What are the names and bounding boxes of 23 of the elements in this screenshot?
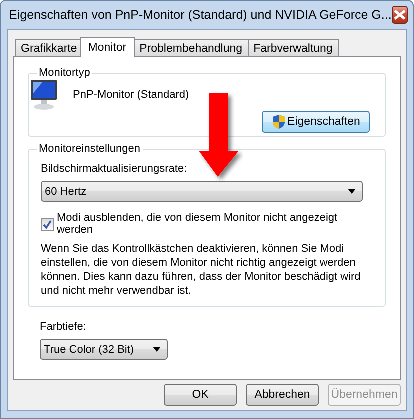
field-label: Bildschirmaktualisierungsrate: [41, 163, 188, 175]
window-title: Eigenschaften von PnP-Monitor (Standard) und NVIDIA GeForce G... [8, 8, 392, 22]
field-label: Farbtiefe: [40, 321, 88, 333]
caret-icon [153, 347, 161, 352]
group-title: Monitoreinstellungen [38, 143, 142, 155]
checkbox-label: Modi ausblenden, die von diesem Monitor nicht angezeigt werden [56, 212, 339, 236]
color-depth-dropdown[interactable]: True Color (32 Bit) [40, 339, 168, 360]
close-button[interactable] [392, 6, 408, 24]
refresh-rate-dropdown[interactable]: 60 Hertz [41, 181, 363, 202]
dialog-button[interactable]: OK [164, 384, 237, 406]
monitor-icon [29, 79, 59, 111]
shield-icon [272, 114, 286, 130]
caret-icon [348, 189, 356, 194]
description-text: Wenn Sie das Kontrollkästchen deaktivieren, können Sie Modi einstellen, die von diesem Monitor nicht richtig angezeigt werden können. Dies kann dazu führen, dass der Monitor beschädigt wird und nicht mehr verwendbar ist. [41, 242, 362, 298]
tab[interactable]: Farbverwaltung [248, 39, 339, 56]
tab[interactable]: Problembehandlung [134, 39, 249, 56]
tab[interactable]: Monitor [80, 37, 135, 57]
group-title: Monitortyp [38, 67, 92, 79]
dialog-button[interactable]: Abbrechen [246, 384, 319, 406]
checkbox[interactable] [41, 218, 54, 230]
monitor-name: PnP-Monitor (Standard) [73, 89, 190, 101]
close-icon [394, 10, 406, 20]
properties-button[interactable]: Eigenschaften [262, 111, 370, 133]
